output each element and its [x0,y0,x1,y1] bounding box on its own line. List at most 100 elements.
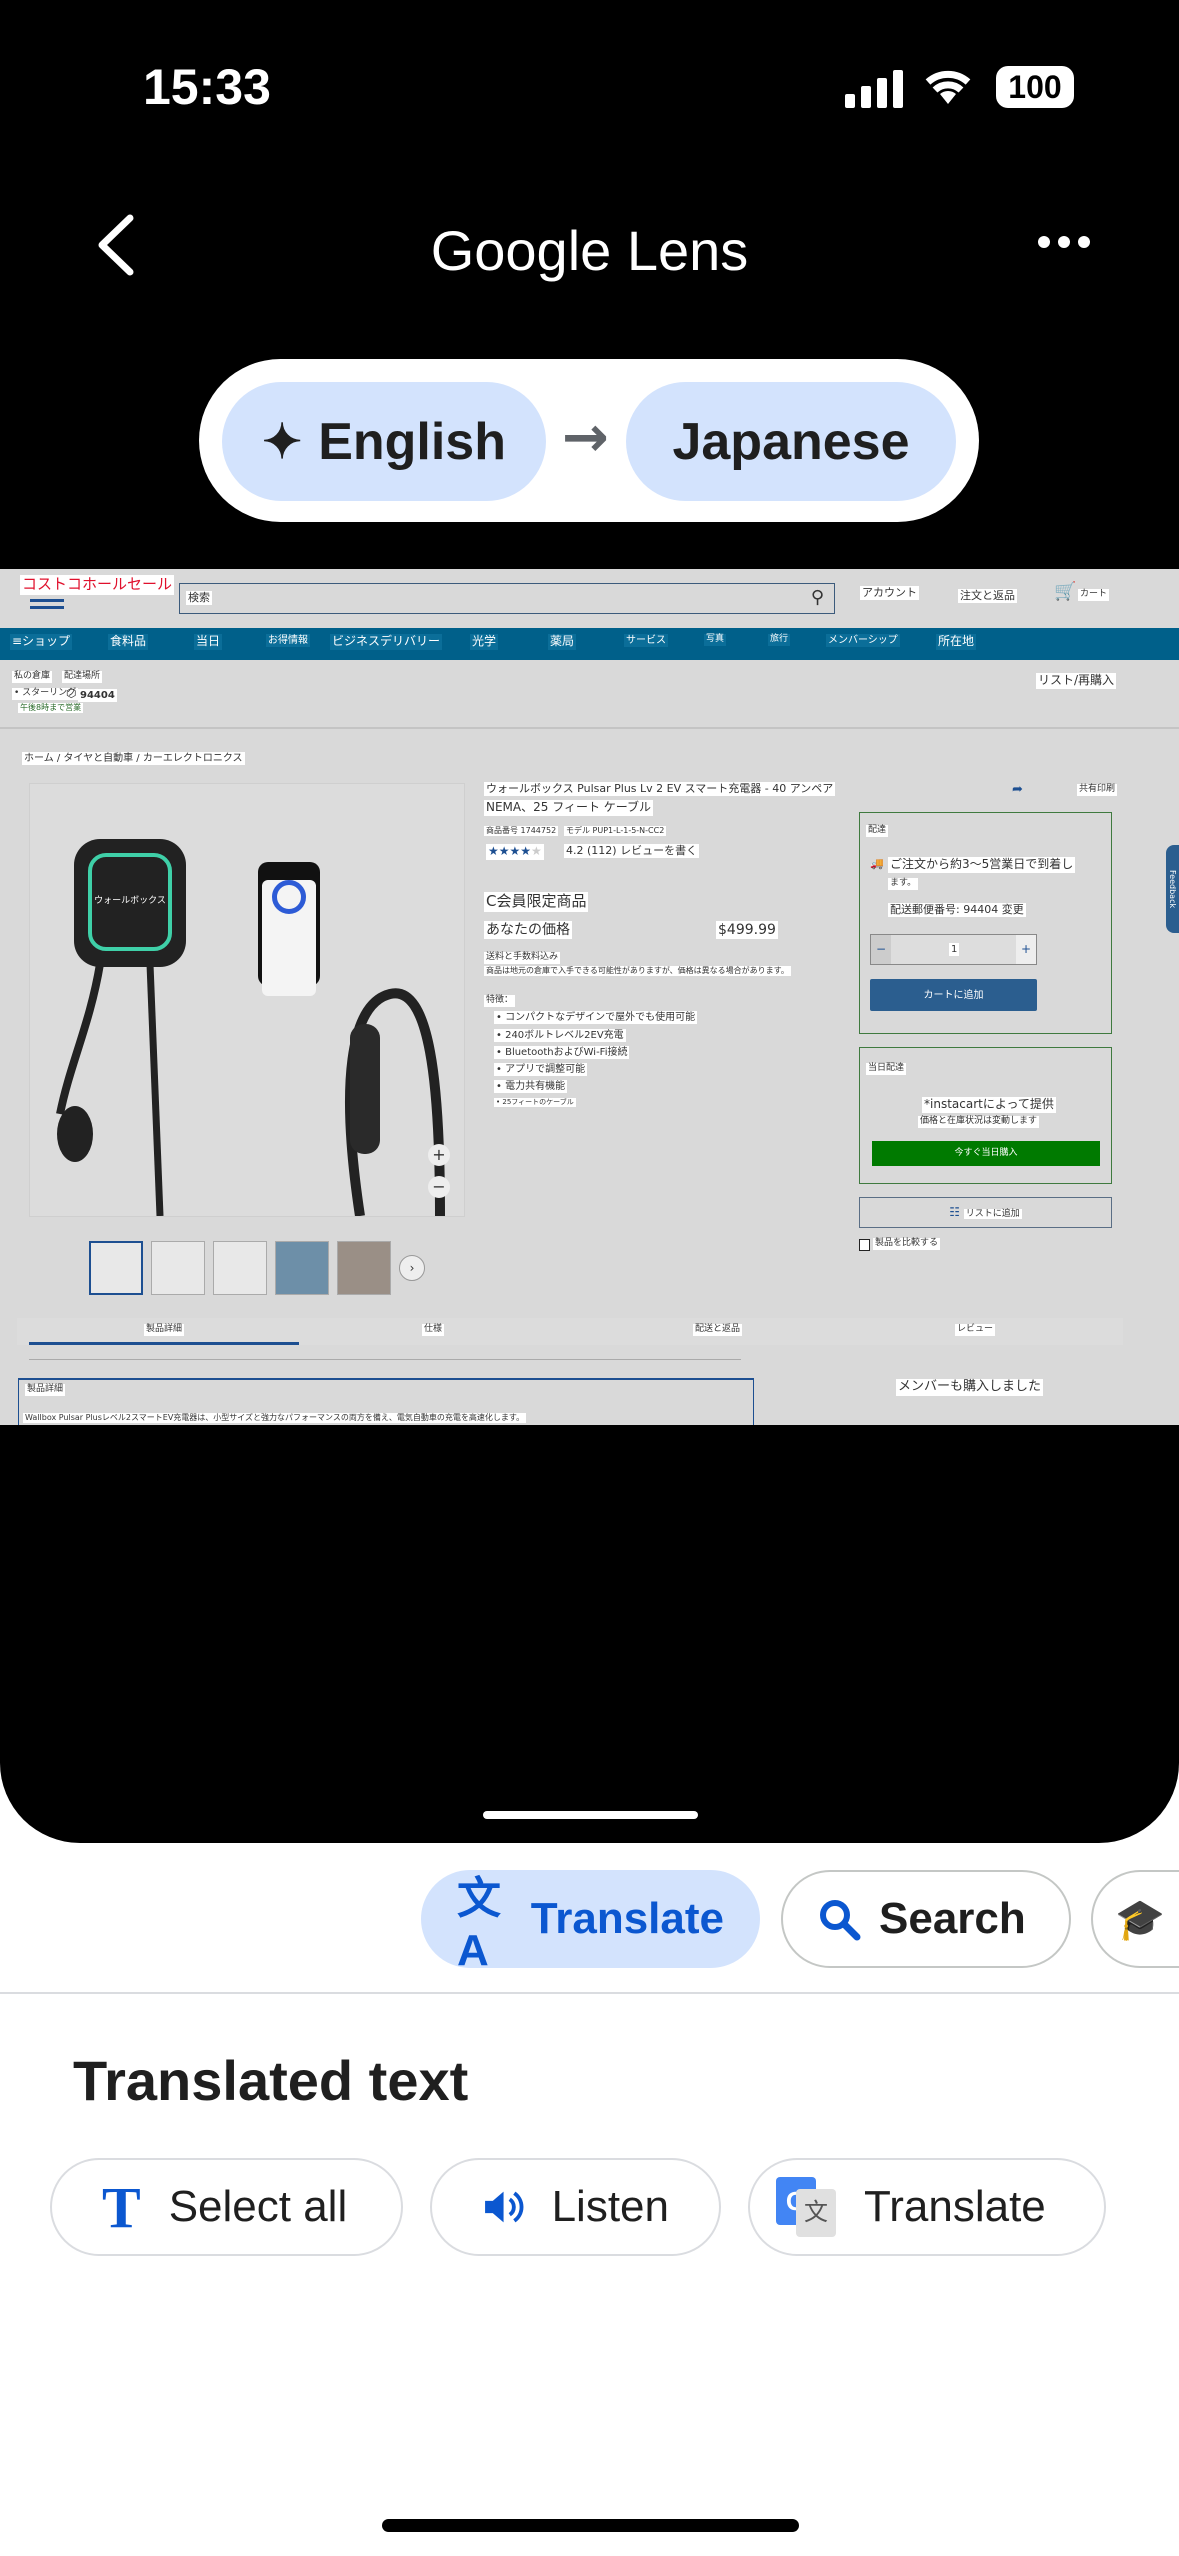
nav-item: ≡ショップ [10,634,73,650]
feature-item: • 25フィートのケーブル [494,1098,576,1108]
feature-item: • BluetoothおよびWi-Fi接続 [494,1046,630,1059]
google-translate-button[interactable]: G文 Translate [748,2158,1106,2256]
camera-view: 15:33 100 Google Lens ✦ English → Japanes… [0,0,1179,1843]
feature-item: • 240ボルトレベル2EV充電 [494,1029,626,1042]
quantity-stepper[interactable]: − 1 + [870,934,1037,965]
rating-text[interactable]: 4.2 (112) レビューを書く [564,844,700,859]
availability-note: 商品は地元の倉庫で入手できる可能性がありますが、価格は異なる場合があります。 [484,966,791,977]
search-icon [820,1900,861,1941]
product-image: ウォールボックス + − [29,783,465,1217]
sheet-handle[interactable] [483,1811,698,1819]
listen-button[interactable]: Listen [430,2158,721,2256]
search-placeholder: 検索 [186,591,212,606]
select-all-button[interactable]: T Select all [50,2158,403,2256]
translate-chip-label: Translate [530,1894,724,1943]
thumbnail[interactable] [337,1241,391,1295]
box-icon: ⬡ [66,686,77,700]
thumbnail[interactable] [151,1241,205,1295]
add-to-list-button[interactable]: ☷ リストに追加 [859,1197,1112,1228]
battery-icon: 100 [996,66,1074,108]
zip-code: 94404 [78,689,117,702]
nav-item: 写真 [704,634,727,646]
nav-item: メンバーシップ [826,634,900,647]
nav-item: お得情報 [266,634,310,647]
nav-item: ビジネスデリバリー [330,634,443,650]
arrival-text-2: ます。 [888,878,919,890]
zoom-in-button[interactable]: + [428,1144,450,1166]
source-language-button[interactable]: ✦ English [222,382,546,501]
target-language-label: Japanese [672,412,910,471]
tab-reviews[interactable]: レビュー [955,1324,996,1336]
decrease-button[interactable]: − [871,935,891,964]
tab-specifications[interactable]: 仕様 [422,1324,445,1336]
add-to-cart-button[interactable]: カートに追加 [870,979,1037,1011]
shipping-included: 送料と手数料込み [484,952,561,964]
divider [0,727,1179,729]
warehouse-label: 私の倉庫 [12,671,53,683]
translated-text-title: Translated text [73,2049,469,2112]
zoom-out-button[interactable]: − [428,1176,450,1198]
add-to-cart-label: カートに追加 [921,990,986,1001]
translate-icon: 文A [457,1874,501,1975]
cart-icon: 🛒 [1054,581,1077,602]
arrow-right-icon: → [562,405,609,470]
speaker-icon [485,2191,524,2223]
same-day-box: 当日配達 *instacartによって提供 価格と在庫状況は変動します 今すぐ当… [859,1047,1112,1184]
same-day-title: 当日配達 [866,1063,907,1075]
add-to-list-label: リストに追加 [963,1209,1022,1219]
features-label: 特徴： [484,995,516,1007]
thumbnail[interactable] [213,1241,267,1295]
divider [29,1359,741,1360]
breadcrumb: ホーム / タイヤと自動車 / カーエレクトロニクス [22,752,245,765]
feature-item: • アプリで調整可能 [494,1063,588,1076]
buy-now-button[interactable]: 今すぐ当日購入 [872,1141,1100,1166]
active-tab-indicator [29,1342,299,1345]
search-mode-chip[interactable]: Search [781,1870,1071,1968]
truck-icon: 🚚 [870,857,884,870]
more-icon[interactable] [1038,236,1090,248]
sparkle-icon: ✦ [261,415,303,469]
search-chip-label: Search [879,1894,1026,1943]
nav-item: 食料品 [108,634,149,650]
share-icon: ➦ [1012,782,1023,797]
listen-label: Listen [551,2182,669,2231]
product-tabs: 製品詳細 仕様 配送と返品 レビュー [17,1318,1123,1345]
tab-product-details[interactable]: 製品詳細 [144,1324,185,1336]
instacart-provider: *instacartによって提供 [922,1097,1056,1113]
translate-mode-chip[interactable]: 文A Translate [421,1870,760,1975]
graduation-cap-icon: 🎓 [1115,1897,1165,1942]
model-number: モデル PUP1-L-1-5-N-CC2 [564,826,667,837]
delivery-title: 配達 [866,825,889,837]
home-indicator [382,2519,799,2532]
nav-item: 旅行 [768,634,791,646]
divider [0,1992,1179,1994]
next-thumbnail-button[interactable]: › [399,1255,425,1281]
nav-item: 光学 [470,634,499,650]
nav-item: 薬局 [548,634,577,650]
site-search-input: 検索 ⚲ [179,583,835,614]
cables [56,963,445,1216]
target-language-button[interactable]: Japanese [626,382,956,501]
tab-shipping-returns[interactable]: 配送と返品 [693,1324,743,1336]
same-day-note: 価格と在庫状況は変動します [918,1116,1040,1128]
feature-item: • 電力共有機能 [494,1080,568,1093]
compare-checkbox[interactable] [859,1239,870,1251]
homework-mode-chip[interactable]: 🎓 [1091,1870,1179,1968]
warehouse-hours: 午後8時まで営業 [18,703,84,714]
nav-item: 当日 [194,634,223,650]
rating-stars: ★★★★★ [486,844,544,860]
feedback-tab[interactable]: Feedback [1166,845,1179,933]
arrival-text: ご注文から約3～5営業日で到着し [888,857,1076,873]
product-details-box: 製品詳細 Wallbox Pulsar Plusレベル2スマートEV充電器は、小… [18,1378,754,1425]
delivery-box: 配達 🚚 ご注文から約3～5営業日で到着し ます。 配送郵便番号: 94404 … [859,812,1112,1034]
thumbnail[interactable] [275,1241,329,1295]
site-nav: ≡ショップ 食料品 当日 お得情報 ビジネスデリバリー 光学 薬局 サービス 写… [0,628,1179,660]
delivery-label: 配達場所 [62,671,103,683]
nav-item: サービス [624,634,668,647]
increase-button[interactable]: + [1016,935,1036,964]
share-print-link: 共有印刷 [1077,784,1118,796]
product-title: ウォールボックス Pulsar Plus Lv 2 EV スマート充電器 - 4… [484,782,836,797]
translated-webpage-image[interactable]: コストコホールセール 検索 ⚲ アカウント 注文と返品 🛒 カート ≡ショップ 食… [0,569,1179,1425]
your-price-label: あなたの価格 [484,921,572,940]
thumbnail[interactable] [89,1241,143,1295]
